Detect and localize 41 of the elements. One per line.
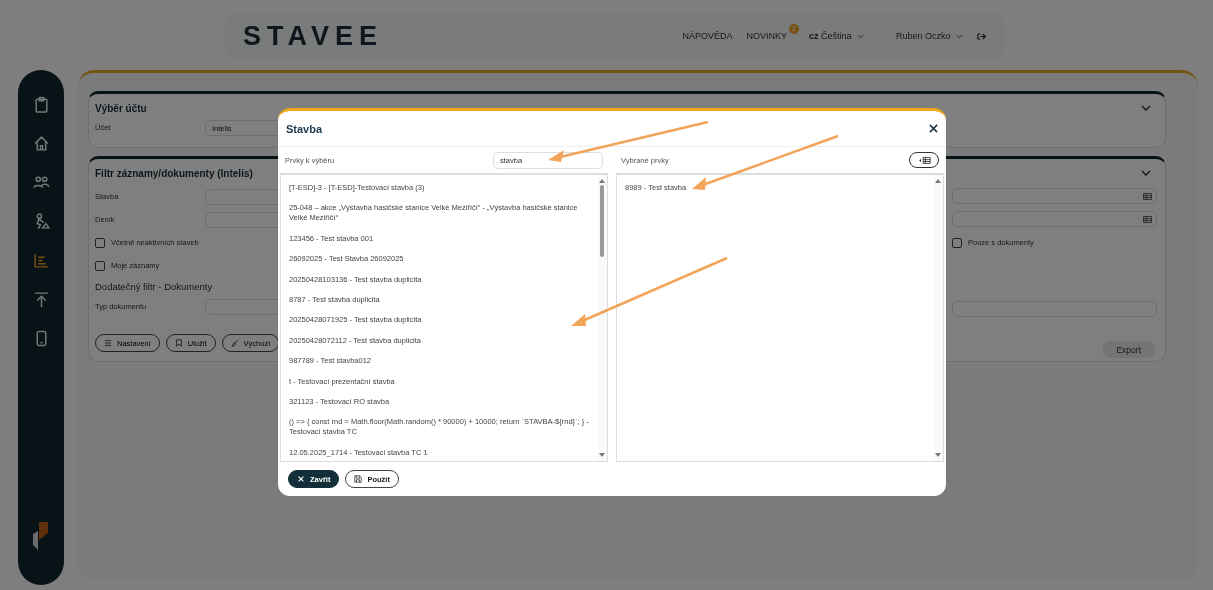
scrollbar[interactable] [597, 175, 607, 461]
checkbox[interactable] [952, 237, 962, 248]
help-link[interactable]: NÁPOVĚDA [682, 31, 733, 41]
checkbox[interactable] [95, 260, 105, 271]
close-icon[interactable] [929, 124, 938, 133]
bookmark-icon [174, 339, 183, 347]
chevron-down-icon [956, 34, 963, 39]
scroll-down-icon[interactable] [935, 453, 941, 457]
table-icon[interactable] [1143, 215, 1152, 223]
list-chart-icon[interactable] [32, 252, 50, 269]
table-icon [917, 156, 931, 164]
clipboard-icon[interactable] [32, 96, 50, 113]
scrollbar[interactable] [933, 175, 943, 461]
language-selector[interactable]: cz Čeština [808, 31, 864, 41]
scroll-up-icon[interactable] [599, 179, 605, 183]
picker-field[interactable] [952, 211, 1157, 227]
dialog-title: Stavba [286, 122, 323, 135]
toggle-view-button[interactable] [909, 152, 939, 168]
logout-icon[interactable] [977, 31, 987, 41]
news-link[interactable]: NOVINKY [746, 31, 787, 41]
logo[interactable]: STAVEE [243, 20, 384, 52]
home-icon[interactable] [32, 135, 50, 152]
people-icon[interactable] [32, 174, 50, 191]
user-menu[interactable]: Ruben Oczko [895, 31, 963, 41]
chevron-down-icon[interactable] [1141, 170, 1151, 176]
section-heading: Dodatečný filtr - Dokumenty [95, 281, 214, 294]
chevron-down-icon [856, 34, 864, 39]
scroll-down-icon[interactable] [599, 453, 605, 457]
save-icon [354, 475, 363, 483]
menu-icon [104, 339, 112, 347]
card-title: Filtr záznamy/dokumenty (Intelis) [95, 167, 253, 179]
close-icon [297, 475, 305, 483]
chevron-down-icon[interactable] [1141, 105, 1151, 111]
brand-mark-icon [33, 522, 49, 550]
table-icon[interactable] [1143, 192, 1152, 200]
card-title: Výběr účtu [95, 102, 147, 114]
picker-field[interactable] [952, 188, 1157, 204]
scroll-up-icon[interactable] [935, 179, 941, 183]
checkbox[interactable] [95, 237, 105, 248]
upload-icon[interactable] [32, 291, 50, 308]
brush-icon [230, 339, 239, 347]
